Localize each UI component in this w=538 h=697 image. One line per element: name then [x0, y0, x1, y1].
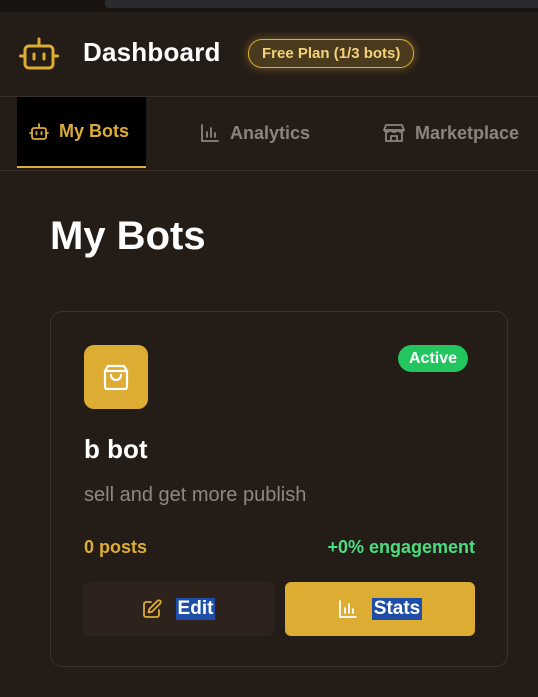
app-title: Dashboard — [83, 37, 221, 67]
robot-icon — [29, 122, 49, 140]
bot-avatar — [84, 345, 148, 409]
edit-button-label: Edit — [175, 598, 216, 620]
stats-button-label: Stats — [371, 598, 423, 620]
shopping-bag-icon — [103, 364, 129, 391]
tab-marketplace-label: Marketplace — [415, 122, 520, 143]
page-title: My Bots — [50, 214, 206, 258]
store-icon — [383, 124, 405, 142]
tab-my-bots-label: My Bots — [59, 121, 130, 141]
bot-description: sell and get more publish — [84, 484, 307, 506]
edit-button[interactable]: Edit — [83, 582, 274, 636]
bot-name: b bot — [84, 434, 148, 464]
tab-analytics-label: Analytics — [230, 122, 311, 143]
tab-my-bots[interactable]: My Bots — [17, 97, 146, 168]
tab-analytics[interactable]: Analytics — [200, 97, 310, 169]
posts-count: 0 posts — [84, 537, 148, 557]
stats-button[interactable]: Stats — [285, 582, 475, 636]
status-badge: Active — [398, 345, 469, 372]
bar-chart-icon — [338, 600, 357, 618]
tab-marketplace[interactable]: Marketplace — [383, 97, 519, 169]
tab-bar: My Bots Analytics Marketplace — [0, 97, 538, 171]
engagement-stat: +0% engagement — [327, 537, 475, 557]
app-header: Dashboard Free Plan (1/3 bots) — [0, 12, 538, 97]
plan-badge[interactable]: Free Plan (1/3 bots) — [248, 39, 415, 68]
edit-icon — [142, 599, 162, 618]
browser-bar — [105, 0, 538, 8]
window-top-strip — [0, 0, 538, 12]
robot-logo-icon — [19, 37, 59, 70]
bot-card: Active b bot sell and get more publish 0… — [50, 311, 508, 667]
bar-chart-icon — [201, 124, 219, 142]
